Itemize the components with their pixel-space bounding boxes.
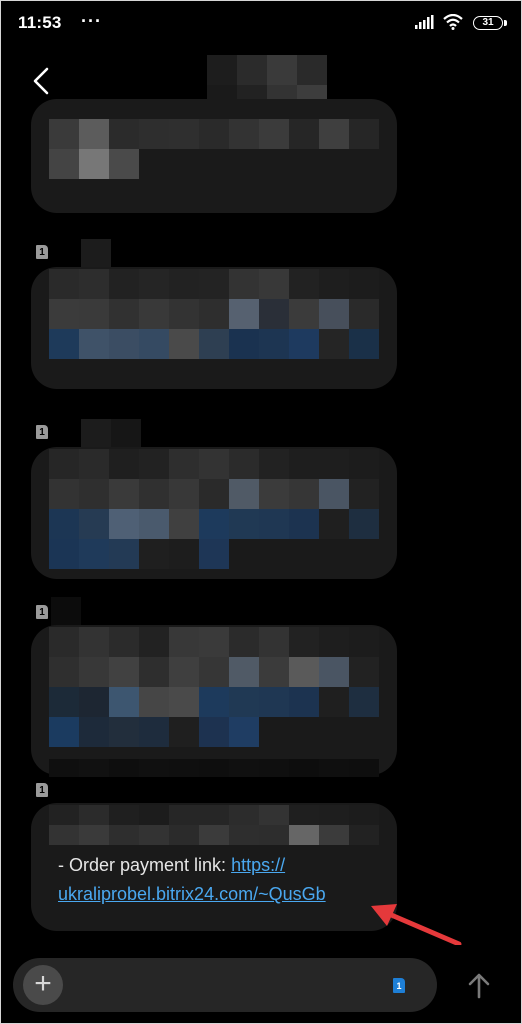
sender-redacted xyxy=(51,597,81,627)
arrow-up-icon[interactable] xyxy=(459,965,499,1005)
status-time: 11:53 xyxy=(18,13,62,32)
notification-dots-icon: ··· xyxy=(81,11,102,31)
sim-badge: 1 xyxy=(36,425,48,439)
message-bubble-redacted[interactable] xyxy=(31,447,397,579)
sender-redacted xyxy=(81,239,111,269)
payment-link[interactable]: https:// xyxy=(231,855,285,875)
redacted-block xyxy=(49,759,379,777)
sim-badge: 1 xyxy=(36,783,48,797)
status-bar: 11:53 ··· 31 xyxy=(1,1,521,47)
message-input[interactable]: + 1 xyxy=(13,958,437,1012)
sim-badge: 1 xyxy=(36,245,48,259)
wifi-icon xyxy=(443,14,463,30)
message-thread[interactable]: 1 1 1 1 - Order payment link: https:// u… xyxy=(1,99,521,945)
screen: 11:53 ··· 31 1 1 1 1 - Order payment lin… xyxy=(0,0,522,1024)
sender-redacted xyxy=(81,419,141,449)
battery-tip xyxy=(504,20,507,26)
signal-icon xyxy=(415,15,434,29)
payment-link-continued[interactable]: ukraliprobel.bitrix24.com/~QusGb xyxy=(58,884,326,904)
message-bubble-payment-link[interactable]: - Order payment link: https:// ukralipro… xyxy=(31,803,397,931)
battery-icon: 31 xyxy=(473,16,503,30)
message-bubble-redacted[interactable] xyxy=(31,625,397,775)
plus-icon[interactable]: + xyxy=(23,965,63,1005)
sim-badge: 1 xyxy=(36,605,48,619)
message-bubble-redacted[interactable] xyxy=(31,99,397,213)
redacted-text xyxy=(49,805,379,845)
message-text: - Order payment link: https:// ukralipro… xyxy=(58,851,326,909)
sim-select-icon[interactable]: 1 xyxy=(393,978,405,993)
message-prefix: - Order payment link: xyxy=(58,855,232,875)
message-bubble-redacted[interactable] xyxy=(31,267,397,389)
chevron-left-icon[interactable] xyxy=(23,61,63,101)
compose-bar: + 1 xyxy=(1,945,521,1023)
